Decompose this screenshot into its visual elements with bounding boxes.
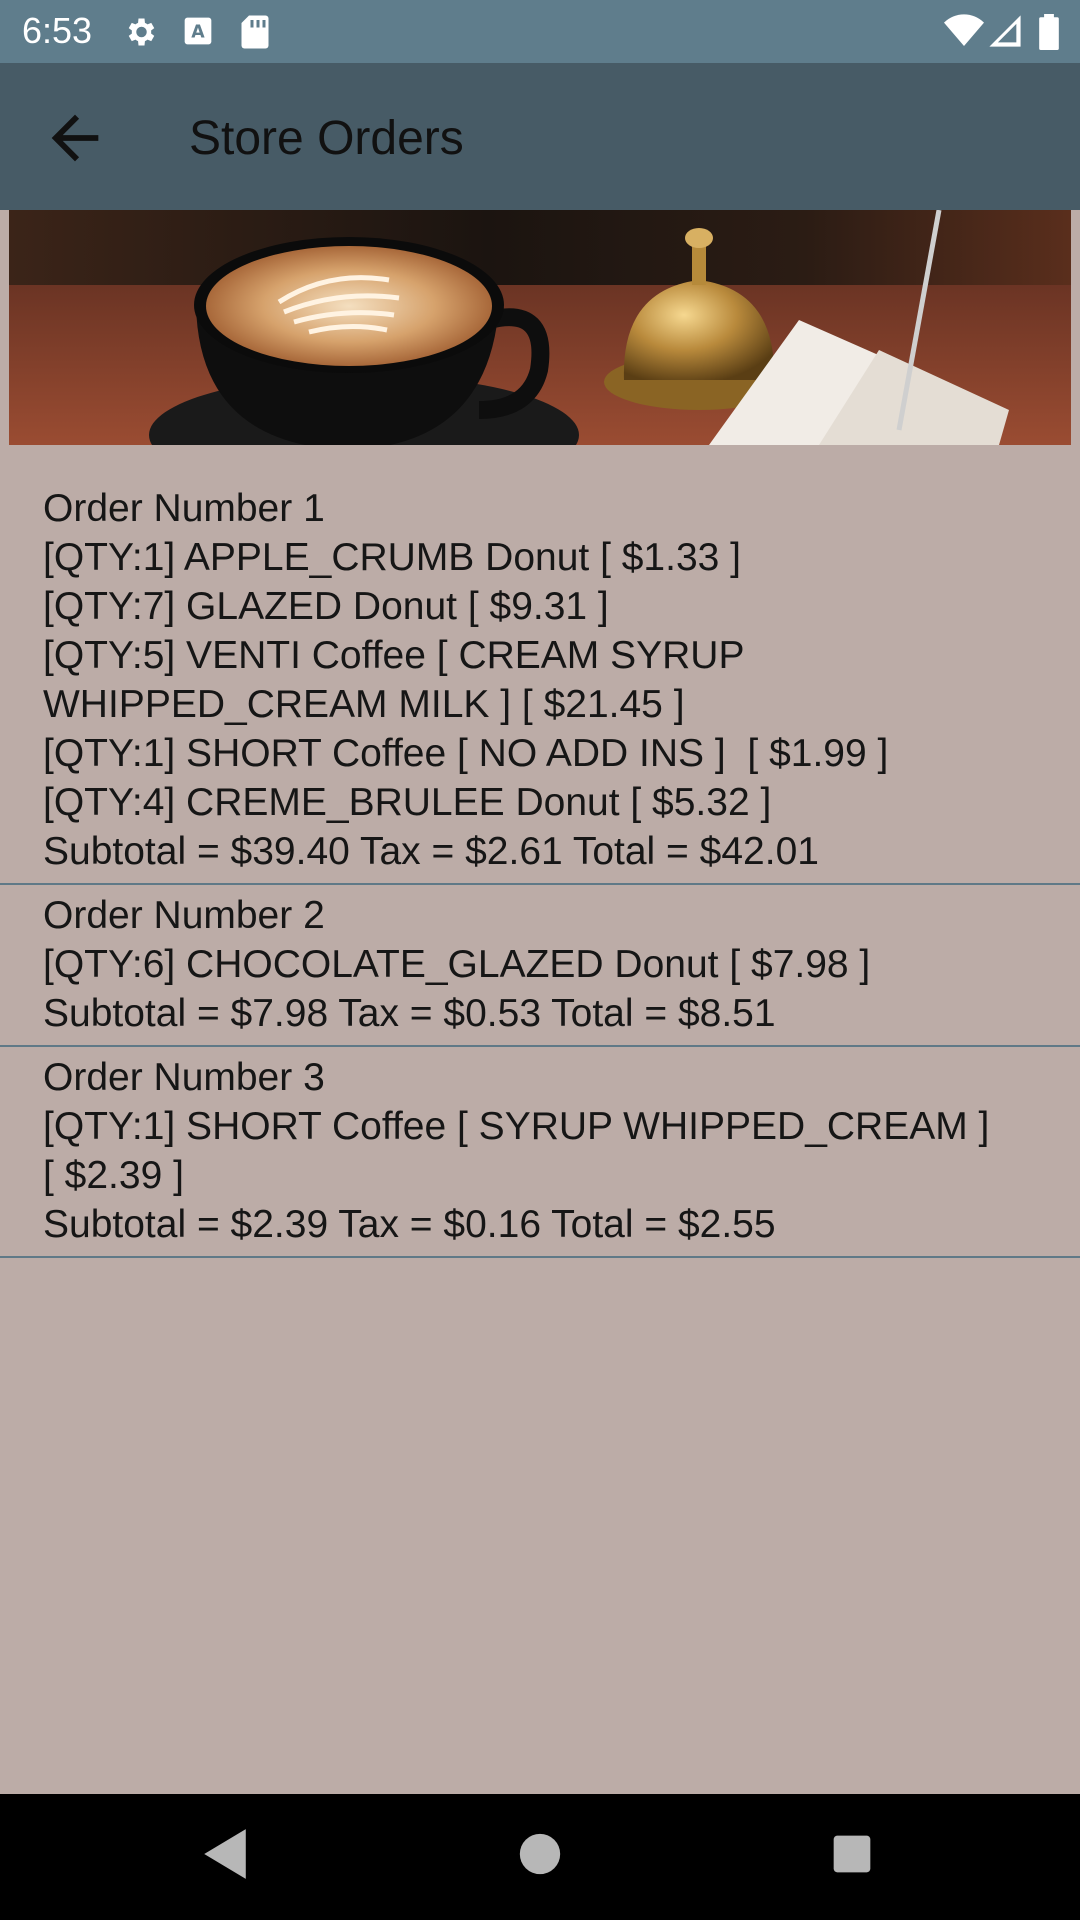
coffee-cup-image <box>9 210 1071 445</box>
recents-square-icon[interactable] <box>830 1827 874 1881</box>
sd-card-icon <box>241 15 269 49</box>
order-totals: Subtotal = $7.98 Tax = $0.53 Total = $8.… <box>43 992 776 1035</box>
order-item-1[interactable]: Order Number 1 [QTY:1] APPLE_CRUMB Donut… <box>0 484 1080 885</box>
order-item-3[interactable]: Order Number 3 [QTY:1] SHORT Coffee [ SY… <box>0 1047 1080 1258</box>
status-bar: 6:53 A <box>0 0 1080 63</box>
back-triangle-icon[interactable] <box>200 1827 250 1881</box>
status-time: 6:53 <box>22 10 93 51</box>
order-line: Order Number 2 <box>43 894 325 937</box>
order-line: [QTY:6] CHOCOLATE_GLAZED Donut [ $7.98 ] <box>43 943 871 986</box>
gear-icon <box>128 18 155 46</box>
order-line: Order Number 1 <box>43 487 325 530</box>
font-a-icon: A <box>184 17 212 45</box>
arrow-left-icon[interactable] <box>40 103 110 173</box>
svg-text:A: A <box>191 23 205 43</box>
page-title: Store Orders <box>189 112 464 165</box>
home-circle-icon[interactable] <box>518 1827 562 1881</box>
order-line: [QTY:7] GLAZED Donut [ $9.31 ] <box>43 585 609 628</box>
order-item-2[interactable]: Order Number 2 [QTY:6] CHOCOLATE_GLAZED … <box>0 885 1080 1047</box>
order-line: [QTY:1] APPLE_CRUMB Donut [ $1.33 ] <box>43 536 742 579</box>
signal-icon <box>989 15 1021 47</box>
wifi-icon <box>944 14 984 46</box>
system-nav-bar <box>0 1794 1080 1920</box>
order-line: [QTY:1] SHORT Coffee [ SYRUP WHIPPED_CRE… <box>43 1105 1001 1197</box>
order-line: Order Number 3 <box>43 1056 325 1099</box>
order-totals: Subtotal = $2.39 Tax = $0.16 Total = $2.… <box>43 1203 776 1246</box>
order-line: [QTY:4] CREME_BRULEE Donut [ $5.32 ] <box>43 781 772 824</box>
order-line: [QTY:5] VENTI Coffee [ CREAM SYRUP WHIPP… <box>43 634 755 726</box>
orders-list: Order Number 1 [QTY:1] APPLE_CRUMB Donut… <box>0 484 1080 1258</box>
app-bar: Store Orders <box>0 63 1080 210</box>
order-line: [QTY:1] SHORT Coffee [ NO ADD INS ] [ $1… <box>43 732 889 775</box>
battery-icon <box>1039 14 1059 50</box>
order-totals: Subtotal = $39.40 Tax = $2.61 Total = $4… <box>43 830 819 873</box>
